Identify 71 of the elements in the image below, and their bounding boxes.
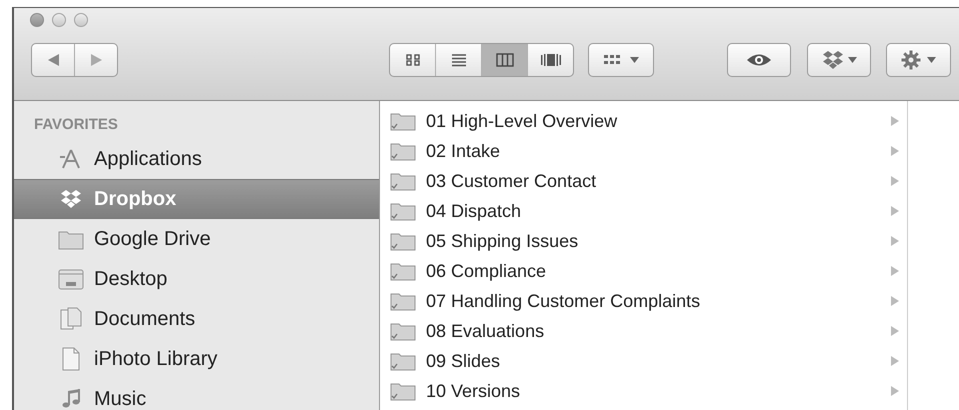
disclosure-arrow-icon — [891, 176, 899, 186]
sidebar-item[interactable]: Music — [14, 379, 379, 410]
folder-row[interactable]: 08 Evaluations — [390, 316, 899, 346]
folder-row[interactable]: 10 Versions — [390, 376, 899, 406]
dropbox-icon — [60, 189, 82, 209]
folder-row[interactable]: 02 Intake — [390, 136, 899, 166]
folder-row[interactable]: 05 Shipping Issues — [390, 226, 899, 256]
disclosure-arrow-icon — [891, 356, 899, 366]
folder-name: 06 Compliance — [426, 260, 548, 283]
folder-name: 02 Intake — [426, 140, 502, 162]
sidebar-item[interactable]: iPhoto Library — [14, 339, 379, 379]
folder-name: 10 Versions — [426, 380, 522, 402]
synced-folder-icon — [390, 231, 416, 251]
folder-row[interactable]: 07 Handling Customer Complaints — [390, 286, 899, 316]
documents-icon — [59, 307, 83, 331]
gear-icon — [901, 50, 921, 70]
folder-name: 08 Evaluations — [426, 320, 546, 342]
forward-arrow-icon — [90, 54, 102, 66]
grid-icon — [604, 54, 620, 66]
dropbox-menu-button[interactable] — [807, 43, 871, 77]
caret-icon — [848, 57, 856, 63]
file-icon — [61, 347, 81, 371]
folder-name: 03 Customer Contact — [426, 170, 598, 192]
sidebar-heading: FAVORITES — [33, 115, 119, 135]
synced-folder-icon — [390, 261, 416, 281]
synced-folder-icon — [390, 201, 416, 221]
synced-folder-icon — [390, 111, 416, 131]
folder-row[interactable]: 03 Customer Contact — [390, 166, 899, 196]
desktop-icon — [58, 268, 84, 290]
back-arrow-icon — [48, 54, 58, 66]
music-note-icon — [60, 388, 82, 410]
disclosure-arrow-icon — [891, 116, 899, 126]
disclosure-arrow-icon — [891, 206, 899, 216]
action-menu-button[interactable] — [886, 43, 951, 77]
close-window-button[interactable] — [30, 13, 44, 27]
folder-name: 05 Shipping Issues — [426, 230, 580, 253]
disclosure-arrow-icon — [891, 146, 899, 156]
sidebar-item[interactable]: Applications — [14, 139, 379, 179]
dropbox-icon — [822, 50, 844, 70]
synced-folder-icon — [390, 351, 416, 371]
synced-folder-icon — [390, 141, 416, 161]
folder-name: 04 Dispatch — [426, 200, 522, 223]
synced-folder-icon — [390, 171, 416, 191]
sidebar-item[interactable]: Google Drive — [14, 219, 379, 259]
view-button[interactable] — [482, 44, 528, 76]
caret-icon — [927, 57, 936, 63]
quick-look-button[interactable] — [727, 43, 791, 77]
sidebar-item[interactable]: Documents — [14, 299, 379, 339]
folder-row[interactable]: 06 Compliance — [390, 256, 899, 286]
icon-view-icon — [404, 53, 420, 67]
folder-row[interactable]: 09 Slides — [390, 346, 899, 376]
disclosure-arrow-icon — [891, 386, 899, 396]
disclosure-arrow-icon — [891, 266, 899, 276]
folder-name: 07 Handling Customer Complaints — [426, 290, 702, 313]
synced-folder-icon — [390, 321, 416, 341]
folder-row[interactable]: 04 Dispatch — [390, 196, 899, 226]
disclosure-arrow-icon — [891, 296, 899, 306]
column-view-icon — [496, 53, 514, 67]
folder-name: 01 High-Level Overview — [426, 110, 618, 133]
folder-row[interactable]: 01 High-Level Overview — [390, 106, 899, 136]
cover-flow-icon — [540, 53, 562, 67]
folder-name: 09 Slides — [426, 350, 502, 372]
sidebar-item[interactable]: Desktop — [14, 259, 379, 299]
arrange-button[interactable] — [588, 43, 654, 77]
synced-folder-icon — [390, 291, 416, 311]
list-view-icon — [450, 53, 468, 67]
synced-folder-icon — [390, 381, 416, 401]
eye-icon — [746, 53, 772, 67]
disclosure-arrow-icon — [891, 236, 899, 246]
disclosure-arrow-icon — [891, 326, 899, 336]
caret-icon — [630, 57, 638, 63]
